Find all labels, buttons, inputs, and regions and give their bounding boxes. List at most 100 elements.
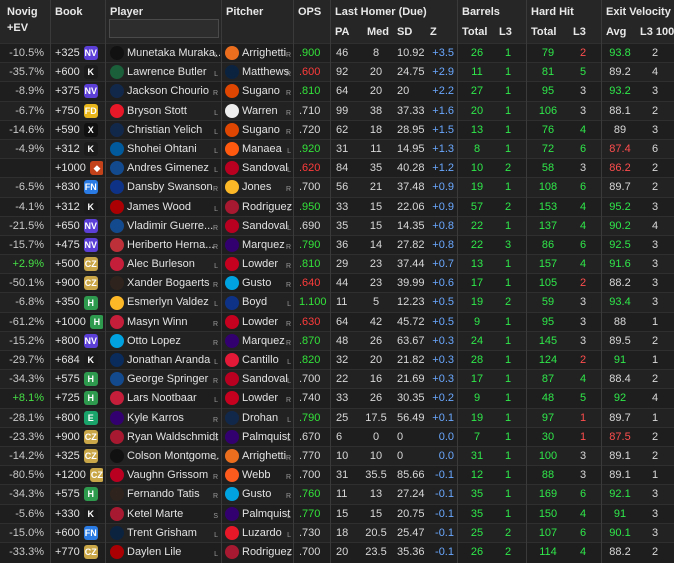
z-header[interactable]: Z: [430, 26, 437, 38]
book-cell[interactable]: +500 CZ: [55, 255, 103, 274]
table-row[interactable]: -15.7% +475 NV Heriberto Herna... R Marquez R.…: [0, 234, 674, 255]
player-cell[interactable]: George Springer R: [110, 370, 220, 389]
pitcher-cell[interactable]: Lowder R: [225, 255, 292, 274]
pitcher-cell[interactable]: Sandoval L: [225, 159, 292, 178]
player-cell[interactable]: Ryan Waldschmidt R: [110, 428, 220, 447]
sd-header[interactable]: SD: [397, 26, 412, 38]
pitcher-cell[interactable]: Manaea L: [225, 140, 292, 159]
player-cell[interactable]: Andres Gimenez L: [110, 159, 220, 178]
player-cell[interactable]: Fernando Tatis R: [110, 485, 220, 504]
table-row[interactable]: +8.1% +725 H Lars Nootbaar L Lowder R .740 33 26 3…: [0, 388, 674, 407]
table-row[interactable]: -61.2% +1000 H Masyn Winn R Lowder R .630 64 42 45…: [0, 311, 674, 332]
player-cell[interactable]: Xander Bogaerts R: [110, 274, 220, 293]
book-cell[interactable]: +375 NV: [55, 82, 103, 101]
player-header[interactable]: Player: [110, 6, 143, 18]
pitcher-cell[interactable]: Warren R: [225, 102, 292, 121]
book-cell[interactable]: +684 K: [55, 351, 103, 370]
book-cell[interactable]: +590 X: [55, 121, 103, 140]
book-cell[interactable]: +600 FN: [55, 524, 103, 543]
book-header[interactable]: Book: [55, 6, 83, 18]
player-cell[interactable]: Dansby Swanson R: [110, 178, 220, 197]
player-cell[interactable]: Lars Nootbaar L: [110, 389, 220, 408]
barrels-total-header[interactable]: Total: [462, 26, 487, 38]
table-row[interactable]: -33.3% +770 CZ Daylen Lile L Rodriguez L .700 20…: [0, 541, 674, 562]
book-cell[interactable]: +800 NV: [55, 332, 103, 351]
table-row[interactable]: -21.5% +650 NV Vladimir Guerre... R Sandoval L…: [0, 215, 674, 236]
player-cell[interactable]: Trent Grisham L: [110, 524, 220, 543]
pitcher-cell[interactable]: Lowder R: [225, 389, 292, 408]
table-row[interactable]: -28.1% +800 E Kyle Karros R Drohan L .790 25 17.5…: [0, 407, 674, 428]
book-cell[interactable]: +325 CZ: [55, 447, 103, 466]
table-row[interactable]: +1000 ◆ Andres Gimenez L Sandoval L .620 84 35 40…: [0, 158, 674, 177]
player-cell[interactable]: Alec Burleson L: [110, 255, 220, 274]
player-cell[interactable]: Vladimir Guerre... R: [110, 217, 220, 236]
ops-header[interactable]: OPS: [298, 6, 321, 18]
hardhit-l3-header[interactable]: L3: [573, 26, 586, 38]
pitcher-cell[interactable]: Boyd L: [225, 293, 292, 312]
player-cell[interactable]: Lawrence Butler L: [110, 63, 220, 82]
table-row[interactable]: -6.7% +750 FD Bryson Stott L Warren R .710 99 38 3…: [0, 100, 674, 121]
table-row[interactable]: -50.1% +900 CZ Xander Bogaerts R Gusto R .640 44…: [0, 273, 674, 292]
player-cell[interactable]: Daylen Lile L: [110, 543, 220, 562]
table-row[interactable]: -80.5% +1200 CZ Vaughn Grissom R Webb R .700 31 3…: [0, 465, 674, 484]
pitcher-cell[interactable]: Lowder R: [225, 313, 292, 332]
player-cell[interactable]: Shohei Ohtani L: [110, 140, 220, 159]
player-cell[interactable]: Masyn Winn R: [110, 313, 220, 332]
pitcher-cell[interactable]: Luzardo L: [225, 524, 292, 543]
table-row[interactable]: -6.8% +350 H Esmerlyn Valdez L Boyd L 1.100 11 5 1…: [0, 292, 674, 312]
pitcher-cell[interactable]: Rodriguez L: [225, 198, 292, 217]
barrels-l3-header[interactable]: L3: [499, 26, 512, 38]
book-cell[interactable]: +900 CZ: [55, 274, 103, 293]
table-row[interactable]: -14.2% +325 CZ Colson Montgome... L Arrighett…: [0, 445, 674, 466]
player-cell[interactable]: Jonathan Aranda L: [110, 351, 220, 370]
table-row[interactable]: -6.5% +830 FN Dansby Swanson R Jones R .700 56 21…: [0, 177, 674, 197]
pitcher-cell[interactable]: Sandoval L: [225, 217, 292, 236]
player-cell[interactable]: Bryson Stott L: [110, 102, 220, 121]
pitcher-cell[interactable]: Sugano R: [225, 121, 292, 140]
table-row[interactable]: -15.2% +800 NV Otto Lopez R Marquez R .870 48 26 6…: [0, 330, 674, 351]
table-row[interactable]: -34.3% +575 H George Springer R Sandoval L .700…: [0, 369, 674, 389]
book-cell[interactable]: +1000 H: [55, 313, 103, 332]
table-row[interactable]: -10.5% +325 NV Munetaka Muraka... L Arrighett…: [0, 43, 674, 62]
book-cell[interactable]: +770 CZ: [55, 543, 103, 562]
table-row[interactable]: +2.9% +500 CZ Alec Burleson L Lowder R .810 29 23…: [0, 254, 674, 274]
table-row[interactable]: -4.9% +312 K Shohei Ohtani L Manaea L .920 31 11 1…: [0, 138, 674, 159]
pitcher-cell[interactable]: Gusto R: [225, 485, 292, 504]
pitcher-cell[interactable]: Cantillo L: [225, 351, 292, 370]
table-row[interactable]: -14.6% +590 X Christian Yelich L Sugano R .720 6…: [0, 119, 674, 140]
table-row[interactable]: -4.1% +312 K James Wood L Rodriguez L .950 33 15 2…: [0, 196, 674, 217]
book-cell[interactable]: +1200 CZ: [55, 466, 103, 485]
player-cell[interactable]: Colson Montgome... L: [110, 447, 220, 466]
player-cell[interactable]: Ketel Marte S: [110, 505, 220, 524]
book-cell[interactable]: +750 FD: [55, 102, 103, 121]
table-row[interactable]: -15.0% +600 FN Trent Grisham L Luzardo L .730 18…: [0, 522, 674, 543]
pitcher-cell[interactable]: Palmquist L: [225, 428, 292, 447]
player-cell[interactable]: Otto Lopez R: [110, 332, 220, 351]
pitcher-cell[interactable]: Palmquist L: [225, 505, 292, 524]
player-cell[interactable]: James Wood L: [110, 198, 220, 217]
book-cell[interactable]: +312 K: [55, 140, 103, 159]
pitcher-cell[interactable]: Webb R: [225, 466, 292, 485]
pitcher-cell[interactable]: Rodriguez L: [225, 543, 292, 562]
player-cell[interactable]: Vaughn Grissom R: [110, 466, 220, 485]
pitcher-cell[interactable]: Gusto R: [225, 274, 292, 293]
pitcher-cell[interactable]: Marquez R: [225, 332, 292, 351]
pitcher-cell[interactable]: Sugano R: [225, 82, 292, 101]
table-row[interactable]: -35.7% +600 K Lawrence Butler L Matthews R .600…: [0, 62, 674, 82]
book-cell[interactable]: +575 H: [55, 485, 103, 504]
book-cell[interactable]: +475 NV: [55, 236, 103, 255]
book-cell[interactable]: +600 K: [55, 63, 103, 82]
book-cell[interactable]: +1000 ◆: [55, 159, 103, 178]
player-cell[interactable]: Christian Yelich L: [110, 121, 220, 140]
pitcher-cell[interactable]: Arrighetti R: [225, 44, 292, 63]
hardhit-total-header[interactable]: Total: [531, 26, 556, 38]
book-cell[interactable]: +312 K: [55, 198, 103, 217]
pa-header[interactable]: PA: [335, 26, 349, 38]
book-cell[interactable]: +830 FN: [55, 178, 103, 197]
book-cell[interactable]: +330 K: [55, 505, 103, 524]
book-cell[interactable]: +800 E: [55, 409, 103, 428]
book-cell[interactable]: +725 H: [55, 389, 103, 408]
book-cell[interactable]: +575 H: [55, 370, 103, 389]
pitcher-cell[interactable]: Drohan L: [225, 409, 292, 428]
book-cell[interactable]: +325 NV: [55, 44, 103, 63]
